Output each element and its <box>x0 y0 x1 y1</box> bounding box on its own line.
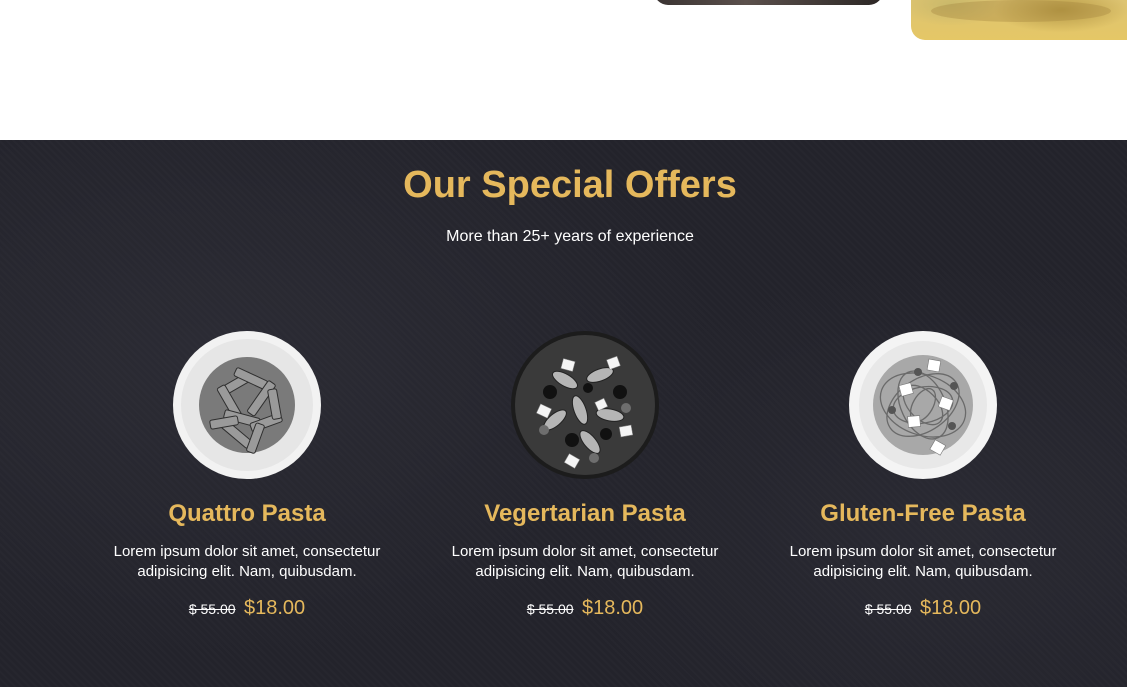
food-photo <box>654 0 883 5</box>
offer-price: $ 55.00 $18.00 <box>435 596 735 622</box>
penne-pasta-plate-image <box>173 331 321 479</box>
spaghetti-feta-plate-image <box>849 331 997 479</box>
offer-title: Gluten-Free Pasta <box>820 500 1026 527</box>
new-price: $18.00 <box>582 597 644 619</box>
old-price: $ 55.00 <box>526 601 574 617</box>
fusilli-vegetable-pasta-plate-image <box>511 331 659 479</box>
new-price: $18.00 <box>920 597 982 619</box>
old-price: $ 55.00 <box>188 601 236 617</box>
previous-section <box>0 0 1127 140</box>
offer-title: Quattro Pasta <box>168 500 326 527</box>
new-price: $18.00 <box>244 597 306 619</box>
old-price: $ 55.00 <box>864 601 912 617</box>
special-offers-section: Our Special Offers More than 25+ years o… <box>0 140 1127 687</box>
section-subtitle: More than 25+ years of experience <box>446 228 694 245</box>
offer-price: $ 55.00 $18.00 <box>97 596 397 622</box>
food-photo <box>911 0 1127 40</box>
offer-price: $ 55.00 $18.00 <box>773 596 1073 622</box>
offer-description: Lorem ipsum dolor sit amet, consectetur … <box>113 543 381 580</box>
offer-card: Gluten-Free Pasta Lorem ipsum dolor sit … <box>773 330 1073 622</box>
offer-description: Lorem ipsum dolor sit amet, consectetur … <box>451 543 719 580</box>
offer-title: Vegertarian Pasta <box>484 500 686 527</box>
offer-card: Vegertarian Pasta Lorem ipsum dolor sit … <box>435 330 735 622</box>
offer-description: Lorem ipsum dolor sit amet, consectetur … <box>789 543 1057 580</box>
offer-card: Quattro Pasta Lorem ipsum dolor sit amet… <box>97 330 397 622</box>
section-title: Our Special Offers <box>403 164 737 206</box>
